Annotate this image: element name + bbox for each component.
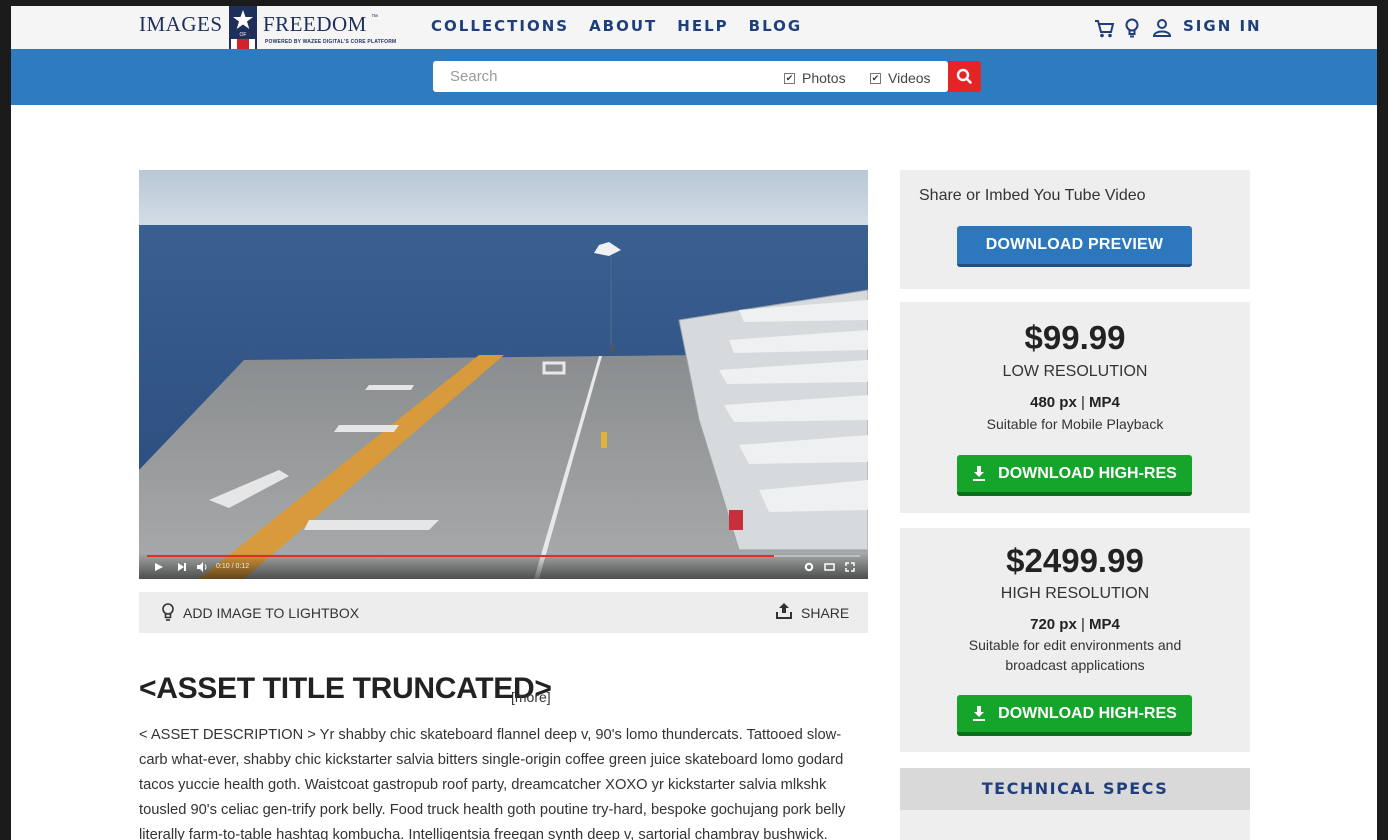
low-res-px: 480 px [1030,394,1077,411]
photos-check-box[interactable]: ✔ [784,72,795,84]
progress-fill [147,555,775,557]
high-res-px: 720 px [1030,616,1077,633]
page: IMAGES OF FREEDOM ™ POWERED BY WAZEE DIG… [11,6,1377,840]
lightbulb-icon [162,603,174,621]
video-time: 0:10 / 0:12 [216,563,250,570]
low-res-price: $99.99 [1024,319,1126,356]
asset-title: <ASSET TITLE TRUNCATED> [139,672,552,705]
lightbox-bulb-icon[interactable] [1121,17,1143,39]
settings-gear-icon[interactable] [804,562,814,572]
asset-description: < ASSET DESCRIPTION > Yr shabby chic ska… [139,727,846,840]
download-low-res-label: DOWNLOAD HIGH-RES [998,465,1177,482]
theater-mode-icon[interactable] [824,562,835,572]
preview-panel: Share or Imbed You Tube Video DOWNLOAD P… [900,170,1250,289]
photos-label: Photos [802,70,846,86]
technical-specs-title: TECHNICAL SPECS [981,779,1169,798]
nav-help[interactable]: HELP [677,17,728,35]
video-controls: 0:10 / 0:12 [139,553,868,579]
technical-specs-body [900,810,1250,840]
download-preview-button[interactable]: DOWNLOAD PREVIEW [957,226,1192,267]
high-res-label: HIGH RESOLUTION [1000,585,1150,602]
search-button[interactable] [948,61,981,92]
logo-word-images: IMAGES [139,12,223,36]
search-icon [956,68,972,84]
logo-tagline: POWERED BY WAZEE DIGITAL'S CORE PLATFORM [265,39,397,45]
low-res-label: LOW RESOLUTION [1002,363,1148,380]
add-to-lightbox-button[interactable]: ADD IMAGE TO LIGHTBOX [183,605,359,621]
download-icon [973,465,986,481]
high-res-price: $2499.99 [1006,542,1144,579]
more-link[interactable]: [more] [511,689,551,705]
share-icon [776,603,792,619]
logo-of: OF [240,32,247,38]
nav-blog[interactable]: BLOG [749,17,803,35]
search-input[interactable]: Search ✔ Photos ✔ Videos [433,61,948,92]
technical-specs-header[interactable]: TECHNICAL SPECS [900,768,1250,810]
videos-label: Videos [888,70,931,86]
fullscreen-icon[interactable] [845,562,855,572]
video-player[interactable]: 0:10 / 0:12 [139,170,868,579]
videos-check-box[interactable]: ✔ [870,72,881,84]
user-icon[interactable] [1151,17,1173,39]
nav-about[interactable]: ABOUT [589,17,657,35]
top-bar: IMAGES OF FREEDOM ™ POWERED BY WAZEE DIG… [11,6,1377,61]
low-res-format: MP4 [1089,394,1120,411]
main-nav: COLLECTIONS ABOUT HELP BLOG [431,17,802,35]
asset-action-bar: ADD IMAGE TO LIGHTBOX SHARE [139,592,868,633]
logo-trademark: ™ [371,14,378,21]
high-res-note: Suitable for edit environments and broad… [968,637,1182,673]
sign-in-link[interactable]: SIGN IN [1183,17,1262,35]
share-button[interactable]: SHARE [801,605,849,621]
low-res-spec: 480 px | MP4 [900,394,1250,411]
photos-checkbox[interactable]: ✔ Photos [784,70,846,86]
download-low-res-button[interactable]: DOWNLOAD HIGH-RES [957,455,1192,496]
videos-checkbox[interactable]: ✔ Videos [870,70,931,86]
play-icon[interactable] [154,562,164,572]
low-res-sep: | [1076,394,1090,411]
high-res-format: MP4 [1089,616,1120,633]
cart-icon[interactable] [1093,17,1115,39]
high-res-offer: $2499.99 HIGH RESOLUTION 720 px | MP4 Su… [900,528,1250,752]
share-embed-text: Share or Imbed You Tube Video [919,187,1146,204]
low-res-offer: $99.99 LOW RESOLUTION 480 px | MP4 Suita… [900,302,1250,513]
logo-word-freedom: FREEDOM [263,12,367,36]
nav-collections[interactable]: COLLECTIONS [431,17,569,35]
low-res-note: Suitable for Mobile Playback [986,416,1164,432]
high-res-sep: | [1076,616,1090,633]
download-high-res-button[interactable]: DOWNLOAD HIGH-RES [957,695,1192,736]
high-res-spec: 720 px | MP4 [900,616,1250,633]
video-frame [139,170,868,579]
download-high-res-label: DOWNLOAD HIGH-RES [998,705,1177,722]
search-bar: Search ✔ Photos ✔ Videos [11,49,1377,105]
next-icon[interactable] [177,562,187,572]
download-icon [973,705,986,721]
volume-icon[interactable] [196,561,208,573]
search-placeholder: Search [450,68,498,85]
